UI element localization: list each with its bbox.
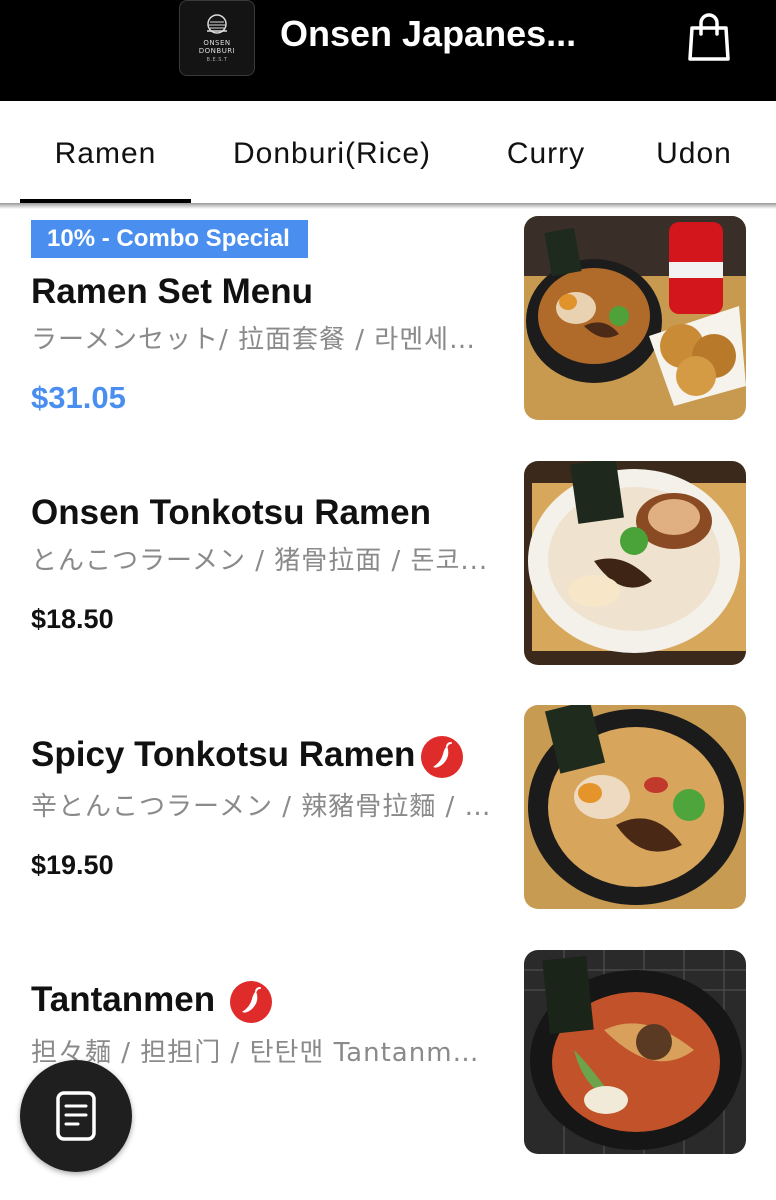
item-photo-spicy-tonkotsu[interactable]: [524, 705, 746, 909]
shopping-bag-icon: [688, 13, 730, 61]
promo-badge: 10% - Combo Special: [31, 220, 308, 258]
item-name: Ramen Set Menu: [31, 272, 313, 311]
item-photo-onsen-tonkotsu[interactable]: [524, 461, 746, 665]
item-name: Spicy Tonkotsu Ramen: [31, 735, 416, 774]
logo-text-line1: ONSEN: [203, 39, 231, 47]
cart-button[interactable]: [686, 12, 732, 62]
spicy-tonkotsu-photo: [524, 705, 746, 909]
onsen-tonkotsu-photo: [524, 461, 746, 665]
spicy-chili-icon: [230, 981, 272, 1023]
item-subtitle: ラーメンセット/ 拉面套餐 / 라멘세트...: [31, 325, 491, 355]
order-summary-button[interactable]: [20, 1060, 132, 1172]
item-subtitle: 辛とんこつラーメン / 辣豬骨拉麵 / ...: [31, 792, 491, 822]
restaurant-logo[interactable]: ONSEN DONBURI B.E.S.T: [179, 0, 255, 76]
item-photo-ramen-set[interactable]: [524, 216, 746, 420]
ramen-set-photo: [524, 216, 746, 420]
spicy-chili-icon: [421, 736, 463, 778]
tab-donburi[interactable]: Donburi(Rice): [214, 101, 450, 203]
receipt-icon: [56, 1091, 96, 1141]
tab-curry[interactable]: Curry: [496, 101, 596, 203]
store-title: Onsen Japanes...: [280, 13, 577, 54]
item-subtitle: とんこつラーメン / 猪骨拉面 / 돈코...: [31, 546, 489, 576]
item-price: $31.05: [31, 380, 126, 415]
tab-udon[interactable]: Udon: [645, 101, 743, 203]
logo-text-line3: B.E.S.T: [206, 57, 228, 63]
item-price: $18.50: [31, 604, 114, 634]
logo-text-line2: DONBURI: [198, 47, 236, 55]
item-name: Tantanmen: [31, 980, 216, 1019]
tabs-divider: [0, 203, 776, 209]
tab-ramen[interactable]: Ramen: [20, 101, 191, 203]
app-header: ONSEN DONBURI B.E.S.T Onsen Japanes...: [0, 0, 776, 101]
tantanmen-photo: [524, 950, 746, 1154]
logo-bowl-icon: [207, 14, 227, 34]
item-name: Onsen Tonkotsu Ramen: [31, 493, 431, 532]
item-photo-tantanmen[interactable]: [524, 950, 746, 1154]
item-price: $19.50: [31, 850, 114, 880]
category-tabs: Ramen Donburi(Rice) Curry Udon: [0, 101, 776, 203]
